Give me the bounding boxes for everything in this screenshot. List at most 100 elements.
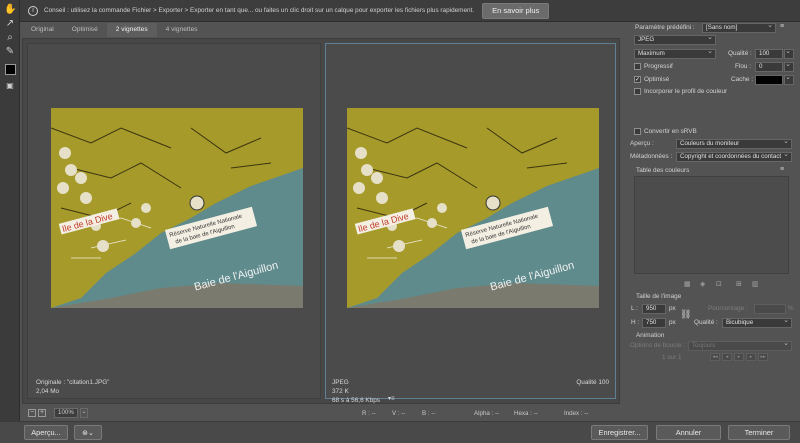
original-pane[interactable]: Ile de la Dive Réserve Naturelle Nationa… bbox=[27, 43, 321, 399]
percent-input bbox=[754, 304, 786, 314]
tab-original[interactable]: Original bbox=[22, 23, 63, 37]
width-unit: px bbox=[669, 305, 676, 312]
done-button[interactable]: Terminer bbox=[728, 425, 790, 440]
readout-b: B : -- bbox=[422, 409, 436, 417]
map-colors-transparent-icon[interactable]: ▦ bbox=[684, 280, 691, 288]
matte-dropdown[interactable] bbox=[784, 75, 794, 85]
loop-options-select: Toujours bbox=[688, 341, 792, 351]
height-input[interactable]: 750 bbox=[642, 318, 666, 328]
tool-bar: ✋ ↗ ⌕ ✎ ▣ bbox=[0, 0, 20, 443]
last-frame-icon: ▸▸ bbox=[758, 353, 768, 361]
resample-quality-label: Qualité : bbox=[694, 319, 718, 326]
preset-label: Paramètre prédéfini : bbox=[635, 24, 695, 31]
zoom-level-select[interactable]: 100% bbox=[54, 408, 78, 418]
new-color-icon[interactable]: ⊞ bbox=[736, 280, 742, 288]
color-table-label: Table des couleurs bbox=[636, 167, 690, 174]
constrain-proportions-icon[interactable]: ⛓ bbox=[680, 309, 691, 320]
loop-options-label: Options de boucle : bbox=[630, 342, 686, 349]
play-icon: ▸ bbox=[734, 353, 744, 361]
eyedropper-tool-icon[interactable]: ✎ bbox=[4, 46, 16, 58]
width-label: L : bbox=[631, 305, 638, 312]
animation-label: Animation bbox=[636, 332, 665, 339]
preview-area: Ile de la Dive Réserve Naturelle Nationa… bbox=[22, 38, 620, 404]
readout-index: Index : -- bbox=[564, 409, 589, 417]
web-snap-icon[interactable]: ◈ bbox=[700, 280, 705, 288]
hand-tool-icon[interactable]: ✋ bbox=[4, 4, 16, 16]
convert-srgb-checkbox[interactable] bbox=[634, 128, 641, 135]
height-label: H : bbox=[631, 319, 640, 326]
cancel-button[interactable]: Annuler bbox=[656, 425, 721, 440]
save-button[interactable]: Enregistrer... bbox=[591, 425, 648, 440]
percent-label: Pourcentage : bbox=[708, 305, 748, 312]
optimized-photo: Ile de la Dive Réserve Naturelle Nationa… bbox=[347, 108, 599, 308]
optimized-caption-rate: 68 s à 56,6 Kbps bbox=[332, 397, 380, 404]
optimized-checkbox[interactable]: ✓ bbox=[634, 76, 641, 83]
matte-color-swatch[interactable] bbox=[755, 75, 783, 85]
blur-slider-toggle[interactable] bbox=[784, 62, 794, 72]
toggle-slices-icon[interactable]: ▣ bbox=[4, 80, 16, 92]
previous-frame-icon: ◂ bbox=[722, 353, 732, 361]
quality-slider-toggle[interactable] bbox=[784, 49, 794, 59]
info-message: Conseil : utilisez la commande Fichier >… bbox=[44, 7, 475, 14]
metadata-label: Métadonnées : bbox=[630, 153, 673, 160]
percent-unit: % bbox=[788, 305, 794, 312]
learn-more-button[interactable]: En savoir plus bbox=[482, 2, 550, 19]
readout-alpha: Alpha : -- bbox=[474, 409, 500, 417]
compression-select[interactable]: Maximum bbox=[634, 49, 716, 59]
file-format-select[interactable]: JPEG bbox=[634, 35, 716, 45]
info-icon: i bbox=[28, 5, 38, 16]
zoom-out-button[interactable]: − bbox=[28, 409, 36, 417]
original-caption-size: 2,04 Mo bbox=[36, 388, 60, 395]
tab-2-up[interactable]: 2 vignettes bbox=[106, 23, 157, 37]
preview-color-select[interactable]: Couleurs du moniteur bbox=[676, 139, 792, 149]
tab-4-up[interactable]: 4 vignettes bbox=[157, 23, 207, 37]
zoom-dropdown-icon[interactable]: ⌄ bbox=[79, 408, 88, 418]
slice-select-tool-icon[interactable]: ↗ bbox=[4, 18, 16, 30]
width-input[interactable]: 950 bbox=[642, 304, 666, 314]
image-size-label: Taille de l'image bbox=[636, 293, 682, 300]
readout-r: R : -- bbox=[362, 409, 376, 417]
original-photo: Ile de la Dive Réserve Naturelle Nationa… bbox=[51, 108, 303, 308]
quality-label: Qualité : bbox=[728, 50, 752, 57]
quality-input[interactable]: 100 bbox=[755, 49, 783, 59]
progressive-label: Progressif bbox=[644, 63, 673, 70]
embed-profile-label: Incorporer le profil de couleur bbox=[644, 88, 728, 95]
settings-panel: Paramètre prédéfini : [Sans nom] ≡ JPEG … bbox=[622, 22, 800, 420]
optimized-caption-size: 372 K bbox=[332, 388, 349, 395]
first-frame-icon: ◂◂ bbox=[710, 353, 720, 361]
preview-color-label: Aperçu : bbox=[630, 140, 654, 147]
lock-color-icon[interactable]: ⊡ bbox=[716, 280, 722, 288]
progressive-checkbox[interactable] bbox=[634, 63, 641, 70]
optimized-caption-format: JPEG bbox=[332, 379, 349, 386]
optimized-caption-quality: Qualité 100 bbox=[576, 379, 609, 386]
matte-label: Cache : bbox=[731, 76, 754, 83]
delete-color-icon[interactable]: ▥ bbox=[752, 280, 759, 288]
map-photo-image: Ile de la Dive Réserve Naturelle Nationa… bbox=[51, 108, 303, 308]
preview-in-browser-button[interactable]: Aperçu... bbox=[24, 425, 68, 440]
download-rate-menu-icon[interactable]: ▾≡ bbox=[388, 395, 395, 404]
embed-profile-checkbox[interactable] bbox=[634, 88, 641, 95]
zoom-in-button[interactable]: + bbox=[38, 409, 46, 417]
blur-input[interactable]: 0 bbox=[755, 62, 783, 72]
status-bar: − + 100% ⌄ R : -- V : -- B : -- Alpha : … bbox=[22, 406, 620, 420]
dialog-footer: Aperçu... ⊛⌄ Enregistrer... Annuler Term… bbox=[0, 421, 800, 443]
color-table-menu-icon[interactable]: ≡ bbox=[780, 166, 784, 173]
view-tabs: Original Optimisé 2 vignettes 4 vignette… bbox=[22, 23, 207, 37]
optimized-pane[interactable]: Ile de la Dive Réserve Naturelle Nationa… bbox=[325, 43, 616, 404]
tab-optimized[interactable]: Optimisé bbox=[63, 23, 107, 37]
frame-counter: 1 sur 1 bbox=[662, 354, 682, 361]
resample-quality-select[interactable]: Bicubique bbox=[722, 318, 792, 328]
original-caption-name: Originale : "citation1.JPG" bbox=[36, 379, 110, 386]
map-photo-image: Ile de la Dive Réserve Naturelle Nationa… bbox=[347, 108, 599, 308]
zoom-tool-icon[interactable]: ⌕ bbox=[4, 32, 16, 44]
blur-label: Flou : bbox=[735, 63, 751, 70]
optimize-menu-icon[interactable]: ≡ bbox=[780, 23, 784, 30]
height-unit: px bbox=[669, 319, 676, 326]
preset-select[interactable]: [Sans nom] bbox=[702, 23, 776, 33]
color-table[interactable] bbox=[634, 176, 789, 274]
optimized-label: Optimisé bbox=[644, 76, 670, 83]
eyedropper-color-swatch[interactable] bbox=[5, 64, 16, 75]
browser-select-icon[interactable]: ⊛⌄ bbox=[74, 425, 102, 440]
metadata-select[interactable]: Copyright et coordonnées du contact bbox=[676, 152, 792, 162]
readout-hexa: Hexa : -- bbox=[514, 409, 538, 417]
